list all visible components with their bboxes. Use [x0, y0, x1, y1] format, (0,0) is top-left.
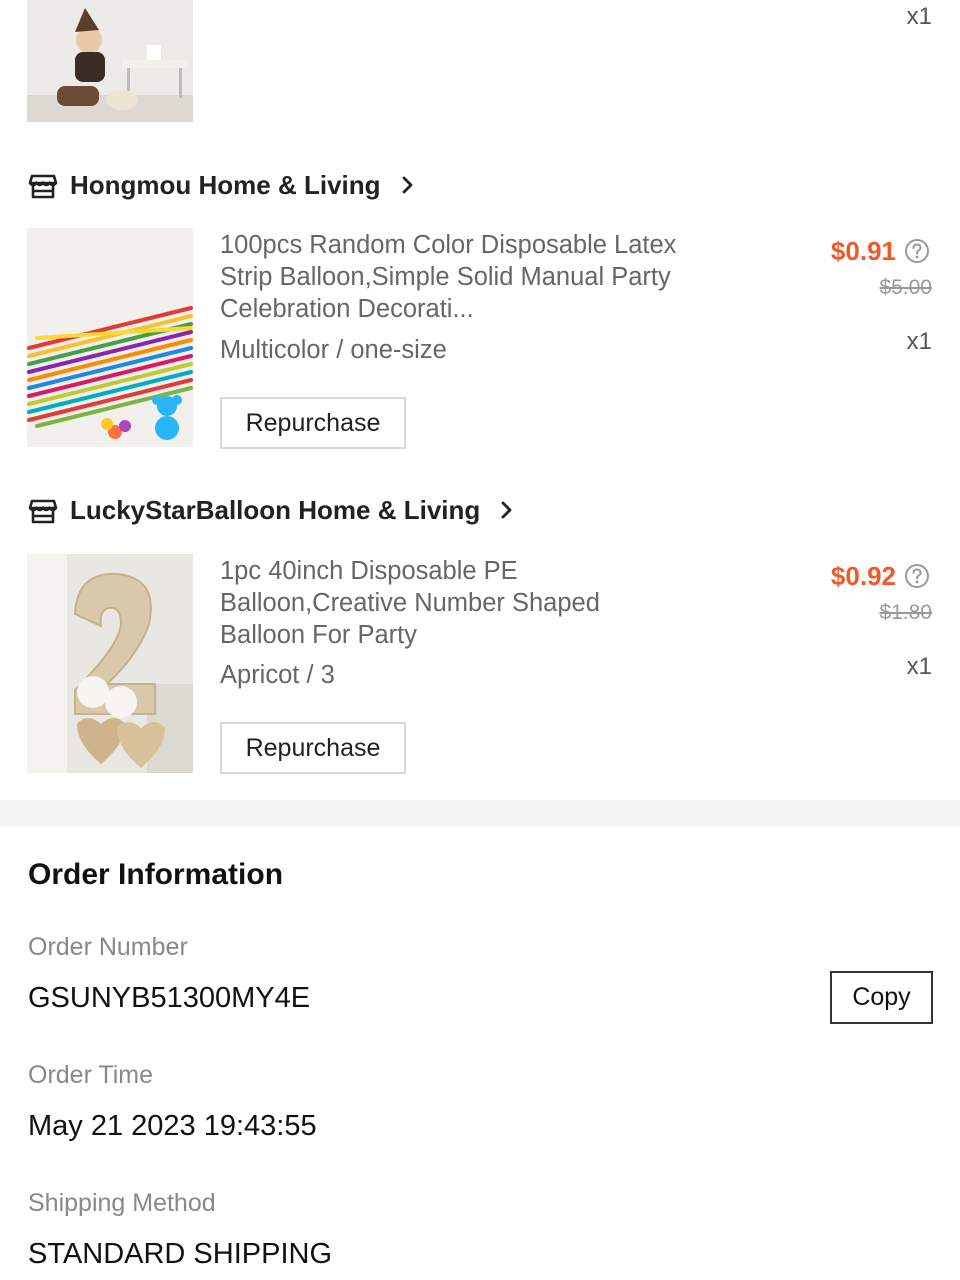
item-quantity: x1 [906, 653, 932, 680]
product-price: $0.91 [830, 236, 896, 266]
chevron-right-icon [402, 176, 412, 194]
product-original-price: $5.00 [879, 276, 932, 299]
product-image-kid-party[interactable] [27, 0, 193, 122]
product-price: $0.92 [830, 561, 896, 591]
product-title[interactable]: 100pcs Random Color Disposable Latex Str… [220, 229, 690, 325]
item-quantity: x1 [906, 3, 932, 30]
store-header-hongmou[interactable]: Hongmou Home & Living [28, 165, 417, 205]
order-time-value: May 21 2023 19:43:55 [28, 1110, 317, 1142]
item-quantity: x1 [906, 328, 932, 355]
product-original-price: $1.80 [879, 601, 932, 624]
order-info-title: Order Information [28, 858, 284, 891]
order-number-value: GSUNYB51300MY4E [28, 982, 311, 1014]
shipping-method-label: Shipping Method [28, 1189, 216, 1217]
product-thumbnail [27, 554, 193, 773]
product-title[interactable]: 1pc 40inch Disposable PE Balloon,Creativ… [220, 555, 690, 651]
store-name: LuckyStarBalloon Home & Living [70, 494, 481, 525]
repurchase-button[interactable]: Repurchase [220, 722, 406, 774]
copy-order-number-button[interactable]: Copy [830, 971, 933, 1024]
store-icon [28, 174, 58, 199]
product-image-number-balloon[interactable] [27, 554, 193, 773]
product-variant: Apricot / 3 [220, 661, 335, 689]
help-circle-icon[interactable] [904, 238, 930, 264]
order-number-label: Order Number [28, 933, 188, 961]
product-thumbnail [27, 0, 193, 122]
product-thumbnail [27, 228, 193, 447]
repurchase-button[interactable]: Repurchase [220, 397, 406, 449]
order-time-label: Order Time [28, 1061, 154, 1089]
product-image-strip-balloons[interactable] [27, 228, 193, 447]
store-header-luckystarballoon[interactable]: LuckyStarBalloon Home & Living [28, 490, 516, 530]
help-circle-icon[interactable] [904, 563, 930, 589]
chevron-right-icon [501, 501, 512, 519]
store-icon [28, 499, 58, 524]
section-divider [0, 800, 960, 827]
store-name: Hongmou Home & Living [70, 169, 381, 200]
product-variant: Multicolor / one-size [220, 336, 447, 364]
shipping-method-value: STANDARD SHIPPING [28, 1238, 333, 1270]
